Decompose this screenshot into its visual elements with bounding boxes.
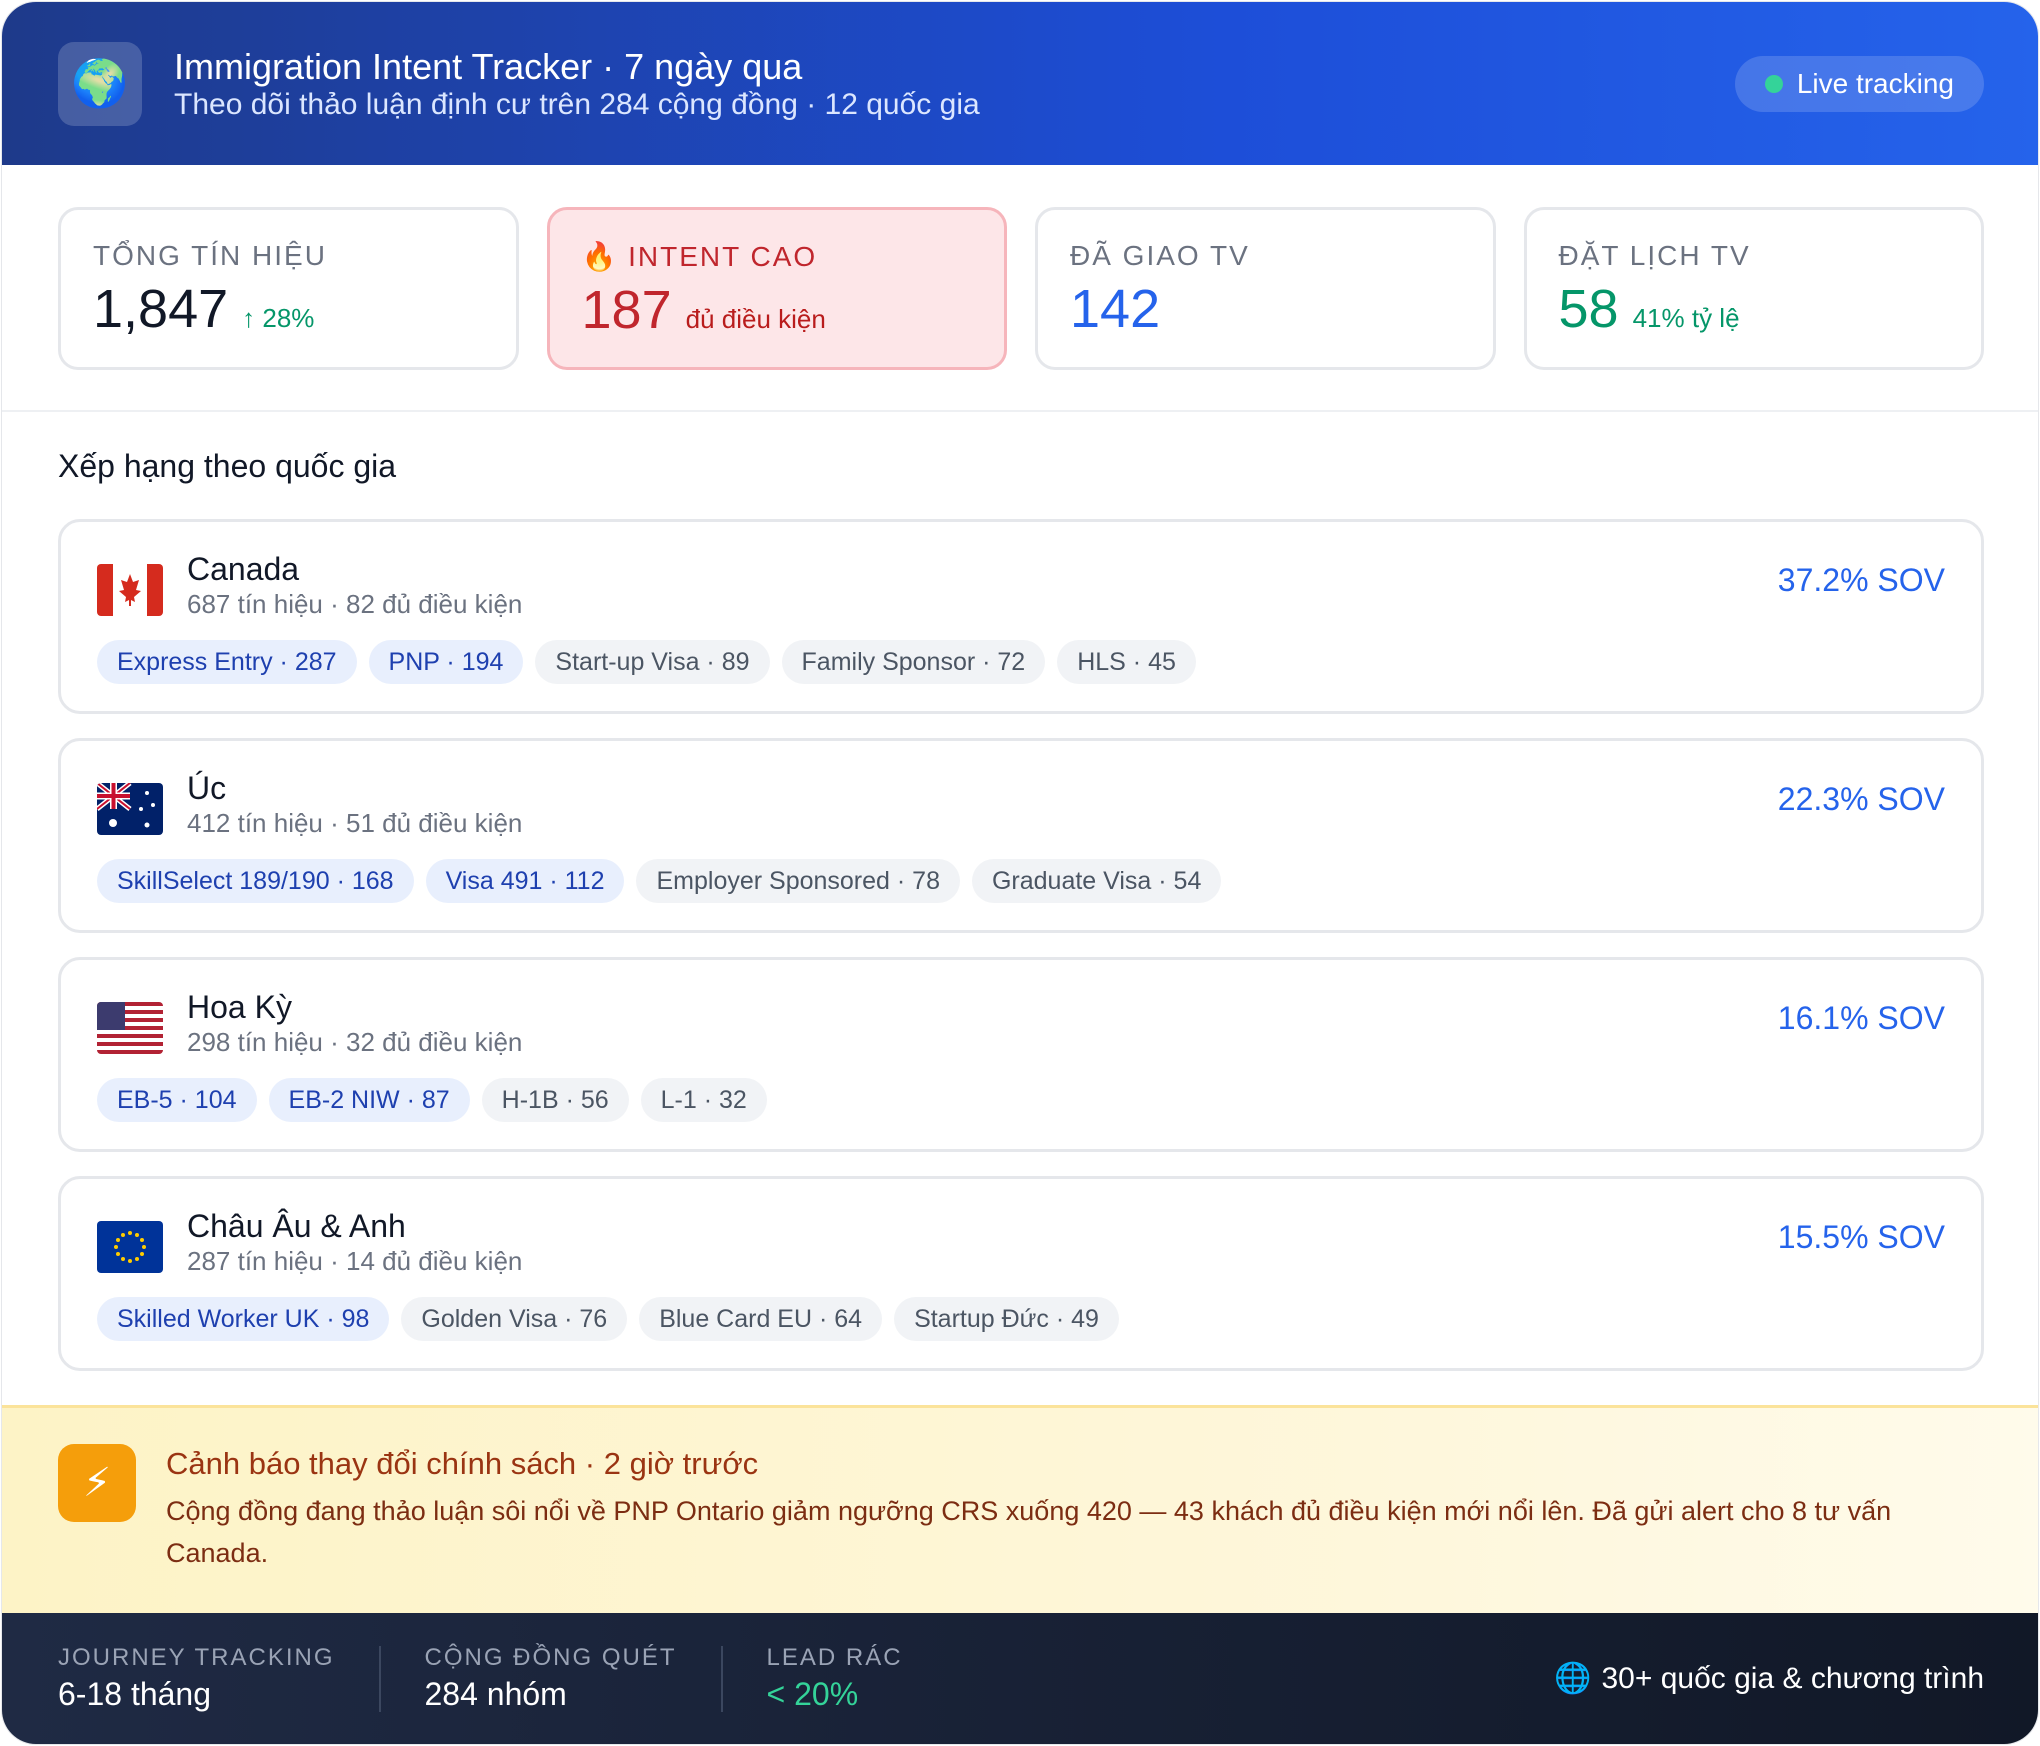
stat-high-intent[interactable]: 🔥 INTENT CAO 187 đủ điều kiện bbox=[546, 207, 1007, 370]
ranking-title: Xếp hạng theo quốc gia bbox=[58, 448, 397, 484]
country-card-eu-uk[interactable]: Châu Âu & Anh 287 tín hiệu · 14 đủ điều … bbox=[58, 1176, 1984, 1371]
footer-divider bbox=[378, 1645, 381, 1712]
stat-label: TỔNG TÍN HIỆU bbox=[93, 240, 327, 271]
policy-alert[interactable]: ⚡ Cảnh báo thay đổi chính sách · 2 giờ t… bbox=[2, 1405, 2038, 1613]
sov-value: 22.3% SOV bbox=[1777, 781, 1945, 817]
country-ranking: Xếp hạng theo quốc gia Canada 687 tín hi… bbox=[2, 412, 2038, 1371]
footer-value: 284 nhóm bbox=[424, 1676, 567, 1712]
page-title: Immigration Intent Tracker · 7 ngày qua bbox=[174, 45, 803, 87]
footer-coverage: 🌐 30+ quốc gia & chương trình bbox=[1554, 1661, 1984, 1696]
program-chip[interactable]: Family Sponsor · 72 bbox=[781, 640, 1046, 684]
program-chip[interactable]: SkillSelect 189/190 · 168 bbox=[97, 859, 414, 903]
footer-junk-leads: LEAD RÁC < 20% bbox=[767, 1644, 947, 1713]
program-chips: EB-5 · 104 EB-2 NIW · 87 H-1B · 56 L-1 ·… bbox=[97, 1078, 1945, 1122]
country-name: Úc bbox=[187, 770, 227, 806]
stat-value: 187 bbox=[581, 280, 672, 340]
country-name: Hoa Kỳ bbox=[187, 989, 292, 1025]
usa-flag-icon bbox=[97, 1002, 163, 1054]
country-meta: 687 tín hiệu · 82 đủ điều kiện bbox=[187, 589, 523, 619]
program-chip[interactable]: Start-up Visa · 89 bbox=[535, 640, 770, 684]
program-chip[interactable]: Express Entry · 287 bbox=[97, 640, 357, 684]
footer: JOURNEY TRACKING 6-18 tháng CỘNG ĐỒNG QU… bbox=[2, 1613, 2038, 1744]
program-chip[interactable]: PNP · 194 bbox=[368, 640, 524, 684]
alert-title: Cảnh báo thay đổi chính sách · 2 giờ trư… bbox=[166, 1446, 759, 1481]
stat-value: 58 bbox=[1558, 279, 1619, 339]
stat-note: đủ điều kiện bbox=[685, 304, 826, 334]
program-chip[interactable]: Employer Sponsored · 78 bbox=[636, 859, 960, 903]
program-chips: Express Entry · 287 PNP · 194 Start-up V… bbox=[97, 640, 1945, 684]
program-chip[interactable]: HLS · 45 bbox=[1057, 640, 1196, 684]
country-name: Canada bbox=[187, 551, 300, 587]
live-dot-icon bbox=[1764, 74, 1783, 93]
stat-label: ĐÃ GIAO TV bbox=[1070, 240, 1250, 271]
stat-booked-consultations[interactable]: ĐẶT LỊCH TV 58 41% tỷ lệ bbox=[1523, 207, 1984, 370]
live-tracking-badge[interactable]: Live tracking bbox=[1734, 55, 1984, 112]
program-chip[interactable]: Skilled Worker UK · 98 bbox=[97, 1297, 390, 1341]
stats-row: TỔNG TÍN HIỆU 1,847 ↑ 28% 🔥 INTENT CAO 1… bbox=[2, 165, 2038, 412]
stat-label: 🔥 INTENT CAO bbox=[581, 241, 818, 272]
program-chip[interactable]: L-1 · 32 bbox=[640, 1078, 767, 1122]
program-chips: Skilled Worker UK · 98 Golden Visa · 76 … bbox=[97, 1297, 1945, 1341]
globe-grid-icon: 🌐 bbox=[1554, 1662, 1592, 1695]
footer-label: CỘNG ĐỒNG QUÉT bbox=[424, 1644, 677, 1671]
stat-assigned-consultants[interactable]: ĐÃ GIAO TV 142 bbox=[1035, 207, 1496, 370]
stat-rate: 41% tỷ lệ bbox=[1632, 303, 1740, 333]
stat-value: 1,847 bbox=[93, 279, 229, 339]
australia-flag-icon bbox=[97, 783, 163, 835]
program-chip[interactable]: EB-5 · 104 bbox=[97, 1078, 257, 1122]
program-chip[interactable]: Startup Đức · 49 bbox=[894, 1297, 1119, 1341]
footer-coverage-text: 30+ quốc gia & chương trình bbox=[1601, 1661, 1985, 1695]
country-meta: 412 tín hiệu · 51 đủ điều kiện bbox=[187, 808, 523, 838]
canada-flag-icon bbox=[97, 564, 163, 616]
tracker-card: 🌍 Immigration Intent Tracker · 7 ngày qu… bbox=[2, 2, 2038, 1744]
footer-value: 6-18 tháng bbox=[58, 1676, 212, 1712]
program-chip[interactable]: Blue Card EU · 64 bbox=[639, 1297, 883, 1341]
alert-text: Cộng đồng đang thảo luận sôi nổi về PNP … bbox=[166, 1496, 1892, 1568]
stat-total-signals[interactable]: TỔNG TÍN HIỆU 1,847 ↑ 28% bbox=[58, 207, 519, 370]
stat-label: ĐẶT LỊCH TV bbox=[1558, 240, 1751, 271]
program-chip[interactable]: H-1B · 56 bbox=[481, 1078, 629, 1122]
footer-label: JOURNEY TRACKING bbox=[58, 1644, 335, 1671]
program-chip[interactable]: Graduate Visa · 54 bbox=[971, 859, 1222, 903]
lightning-icon: ⚡ bbox=[58, 1444, 136, 1522]
header-text: Immigration Intent Tracker · 7 ngày qua … bbox=[174, 46, 1735, 122]
eu-flag-icon bbox=[97, 1221, 163, 1273]
footer-divider bbox=[720, 1645, 723, 1712]
sov-value: 15.5% SOV bbox=[1777, 1219, 1945, 1255]
footer-value: < 20% bbox=[766, 1676, 859, 1712]
footer-label: LEAD RÁC bbox=[766, 1644, 903, 1671]
live-tracking-label: Live tracking bbox=[1796, 67, 1954, 99]
globe-icon: 🌍 bbox=[58, 41, 142, 126]
country-meta: 298 tín hiệu · 32 đủ điều kiện bbox=[187, 1027, 523, 1057]
country-name: Châu Âu & Anh bbox=[187, 1208, 406, 1244]
footer-communities-scanned: CỘNG ĐỒNG QUÉT 284 nhóm bbox=[425, 1644, 721, 1713]
program-chips: SkillSelect 189/190 · 168 Visa 491 · 112… bbox=[97, 859, 1945, 903]
stat-value: 142 bbox=[1070, 279, 1161, 339]
sov-value: 16.1% SOV bbox=[1777, 1000, 1945, 1036]
footer-journey-tracking: JOURNEY TRACKING 6-18 tháng bbox=[58, 1644, 379, 1713]
country-meta: 287 tín hiệu · 14 đủ điều kiện bbox=[187, 1246, 523, 1276]
page-subtitle: Theo dõi thảo luận định cư trên 284 cộng… bbox=[174, 87, 980, 121]
sov-value: 37.2% SOV bbox=[1777, 562, 1945, 598]
program-chip[interactable]: Golden Visa · 76 bbox=[401, 1297, 628, 1341]
stat-trend: ↑ 28% bbox=[242, 303, 315, 333]
program-chip[interactable]: Visa 491 · 112 bbox=[425, 859, 625, 903]
program-chip[interactable]: EB-2 NIW · 87 bbox=[268, 1078, 470, 1122]
country-card-usa[interactable]: Hoa Kỳ 298 tín hiệu · 32 đủ điều kiện 16… bbox=[58, 957, 1984, 1152]
country-card-canada[interactable]: Canada 687 tín hiệu · 82 đủ điều kiện 37… bbox=[58, 519, 1984, 714]
header: 🌍 Immigration Intent Tracker · 7 ngày qu… bbox=[2, 2, 2038, 165]
country-card-australia[interactable]: Úc 412 tín hiệu · 51 đủ điều kiện 22.3% … bbox=[58, 738, 1984, 933]
